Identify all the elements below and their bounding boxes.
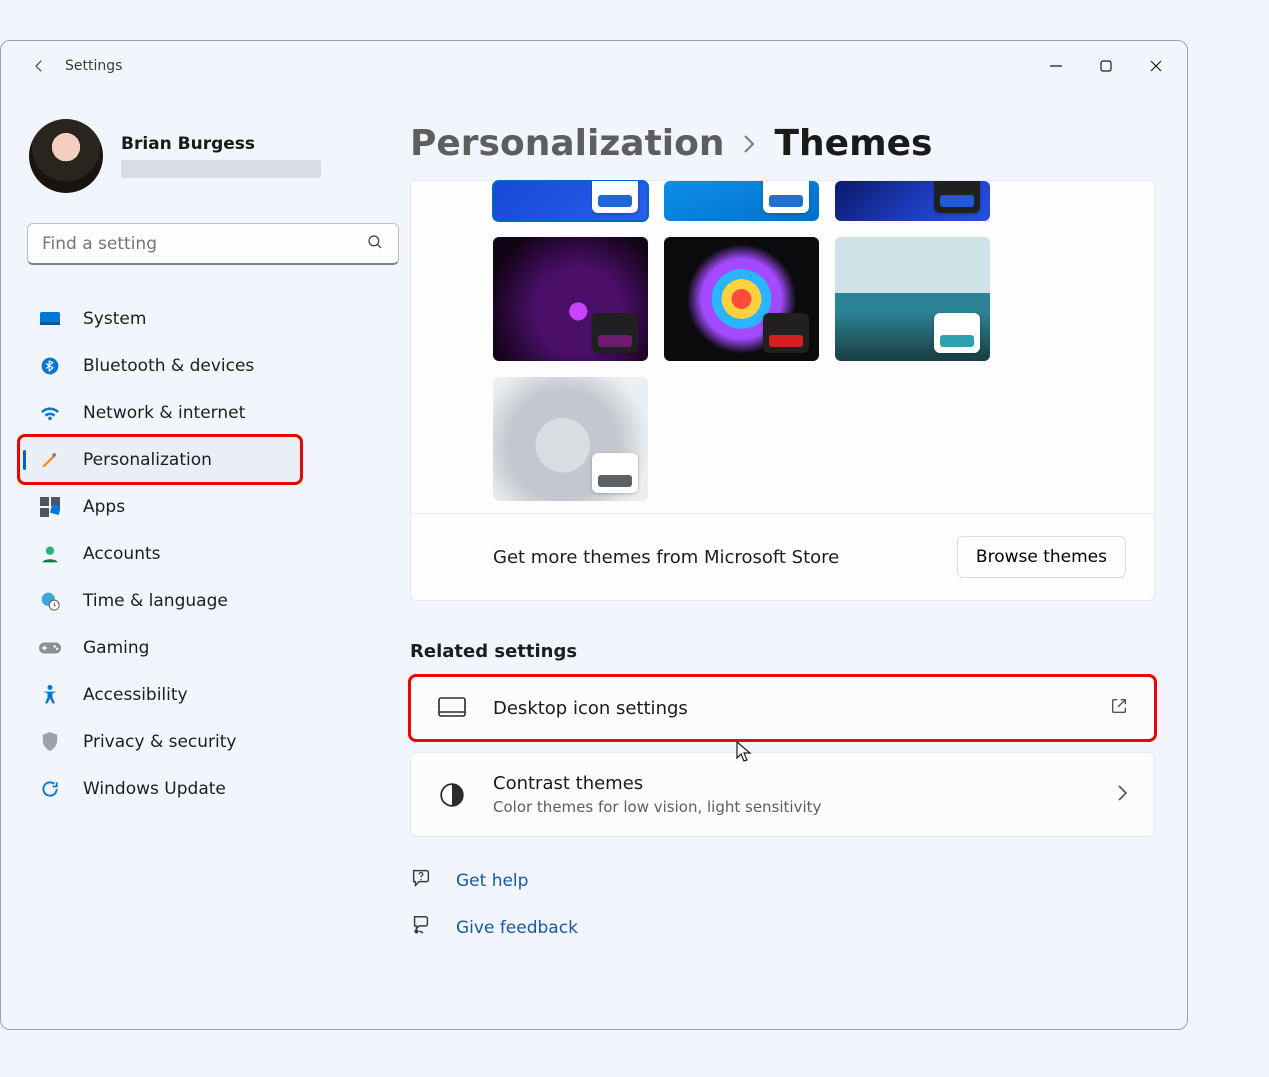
back-button[interactable] [19,46,59,86]
nav-personalization[interactable]: Personalization [19,436,301,483]
feedback-link-text[interactable]: Give feedback [456,918,578,938]
theme-tile[interactable] [835,237,990,361]
theme-tile[interactable] [493,181,648,221]
bluetooth-icon [39,355,61,377]
theme-swatch [763,313,809,353]
theme-tile[interactable] [835,181,990,221]
setting-title: Contrast themes [493,773,1090,794]
give-feedback-link[interactable]: Give feedback [410,914,1155,941]
theme-swatch [592,313,638,353]
related-settings-title: Related settings [410,641,1155,662]
nav-label: Bluetooth & devices [83,356,254,376]
theme-swatch [592,453,638,493]
nav-time-language[interactable]: Time & language [19,577,394,624]
settings-window: Settings Brian Burgess [0,40,1188,1030]
help-links: Get help Give feedback [410,867,1155,941]
close-button[interactable] [1131,46,1181,86]
chevron-right-icon [1116,784,1128,806]
theme-tile[interactable] [493,377,648,501]
nav-label: System [83,309,146,329]
external-link-icon [1110,697,1128,719]
nav-label: Gaming [83,638,149,658]
profile-name: Brian Burgess [121,134,321,154]
desktop-icon [437,697,467,719]
theme-tile[interactable] [664,237,819,361]
time-language-icon [39,590,61,612]
nav-label: Accounts [83,544,161,564]
sidebar: Brian Burgess [1,91,406,1029]
privacy-icon [39,731,61,753]
theme-tile[interactable] [664,181,819,221]
chevron-right-icon [742,123,756,164]
theme-swatch [763,181,809,213]
nav-list: System Bluetooth & devices Network & int… [19,295,394,812]
nav-label: Network & internet [83,403,245,423]
nav-gaming[interactable]: Gaming [19,624,394,671]
nav-label: Personalization [83,450,212,470]
titlebar: Settings [1,41,1187,91]
nav-label: Windows Update [83,779,226,799]
personalization-icon [39,449,61,471]
contrast-themes-row[interactable]: Contrast themes Color themes for low vis… [410,752,1155,837]
system-icon [39,308,61,330]
nav-label: Privacy & security [83,732,237,752]
apps-icon [39,496,61,518]
breadcrumb-current: Themes [774,123,932,164]
browse-row: Get more themes from Microsoft Store Bro… [411,513,1154,600]
browse-label: Get more themes from Microsoft Store [493,547,839,568]
search-box[interactable] [27,223,399,265]
theme-grid [411,181,1154,513]
nav-apps[interactable]: Apps [19,483,394,530]
search-icon [366,233,384,255]
avatar [29,119,103,193]
app-title: Settings [65,58,122,74]
setting-subtitle: Color themes for low vision, light sensi… [493,798,1090,816]
gaming-icon [39,637,61,659]
help-icon [410,867,434,894]
theme-swatch [934,181,980,213]
search-input[interactable] [42,234,366,254]
nav-accessibility[interactable]: Accessibility [19,671,394,718]
theme-tile[interactable] [493,237,648,361]
nav-label: Time & language [83,591,228,611]
setting-title: Desktop icon settings [493,698,1084,719]
get-help-link[interactable]: Get help [410,867,1155,894]
nav-label: Apps [83,497,125,517]
minimize-button[interactable] [1031,46,1081,86]
nav-system[interactable]: System [19,295,394,342]
windows-update-icon [39,778,61,800]
breadcrumb-parent[interactable]: Personalization [410,123,724,164]
contrast-icon [437,782,467,808]
profile-email-redacted [121,160,321,178]
help-link-text[interactable]: Get help [456,871,528,891]
accessibility-icon [39,684,61,706]
main-content: Personalization Themes [406,91,1187,1029]
theme-swatch [592,181,638,213]
profile-block[interactable]: Brian Burgess [19,109,394,217]
maximize-button[interactable] [1081,46,1131,86]
theme-swatch [934,313,980,353]
nav-label: Accessibility [83,685,188,705]
nav-update[interactable]: Windows Update [19,765,394,812]
accounts-icon [39,543,61,565]
nav-network[interactable]: Network & internet [19,389,394,436]
feedback-icon [410,914,434,941]
themes-panel: Get more themes from Microsoft Store Bro… [410,180,1155,601]
browse-themes-button[interactable]: Browse themes [957,536,1126,578]
network-icon [39,402,61,424]
nav-accounts[interactable]: Accounts [19,530,394,577]
breadcrumb: Personalization Themes [410,123,1155,164]
desktop-icon-settings-row[interactable]: Desktop icon settings [410,676,1155,740]
nav-privacy[interactable]: Privacy & security [19,718,394,765]
nav-bluetooth[interactable]: Bluetooth & devices [19,342,394,389]
